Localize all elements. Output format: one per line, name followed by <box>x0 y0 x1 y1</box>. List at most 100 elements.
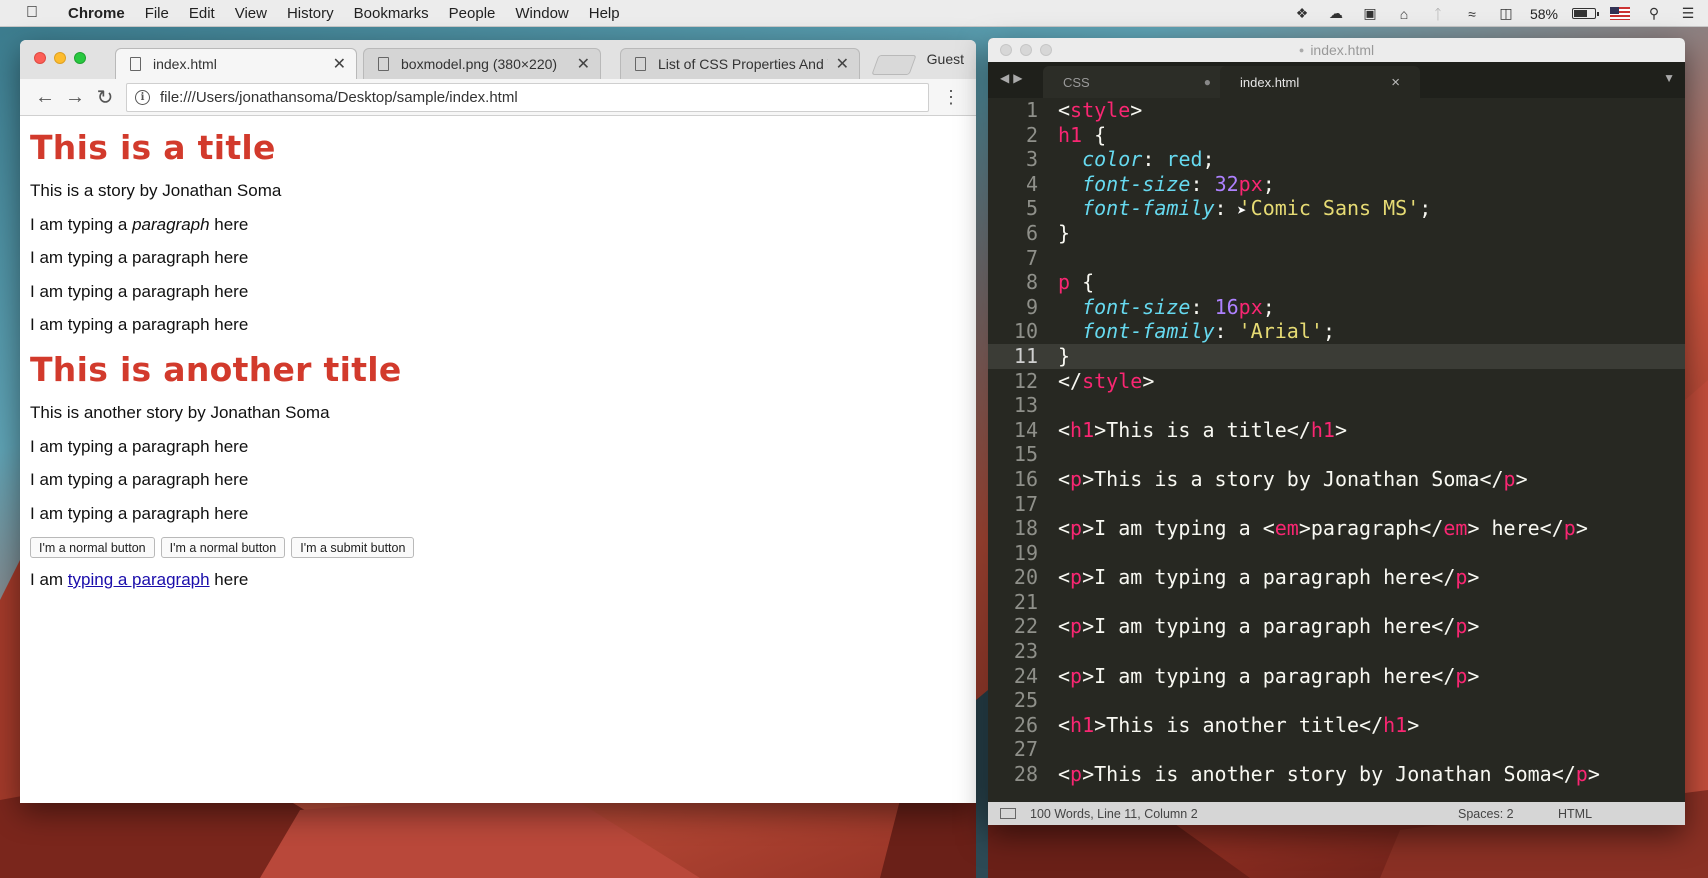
code-line[interactable]: 2 h1 { <box>988 123 1685 148</box>
minimize-window-button[interactable] <box>54 52 66 64</box>
address-bar[interactable]: i file:///Users/jonathansoma/Desktop/sam… <box>126 82 929 112</box>
code-line[interactable]: 22 <p>I am typing a paragraph here</p> <box>988 614 1685 639</box>
airplay-icon[interactable]: ◫ <box>1496 5 1516 22</box>
menu-help[interactable]: Help <box>579 5 630 22</box>
zoom-window-button[interactable] <box>1040 44 1052 56</box>
code-line[interactable]: 7 <box>988 246 1685 271</box>
normal-button[interactable]: I'm a normal button <box>160 537 286 558</box>
apple-icon[interactable]:  <box>14 4 50 22</box>
code-line[interactable]: 28 <p>This is another story by Jonathan S… <box>988 762 1685 787</box>
code-line[interactable]: 10 font-family: 'Arial'; <box>988 319 1685 344</box>
editor-tab-index-html[interactable]: index.html × <box>1220 66 1420 98</box>
url-text[interactable]: file:///Users/jonathansoma/Desktop/sampl… <box>160 89 518 106</box>
paragraph-link[interactable]: typing a paragraph <box>68 570 210 589</box>
close-window-button[interactable] <box>34 52 46 64</box>
modified-dot-icon[interactable]: ● <box>1204 75 1211 89</box>
editor-tab-css[interactable]: CSS ● <box>1043 66 1231 98</box>
code-line[interactable]: 17 <box>988 492 1685 517</box>
code-line[interactable]: 8p { <box>988 270 1685 295</box>
code-line[interactable]: 24 <p>I am typing a paragraph here</p> <box>988 664 1685 689</box>
code-line[interactable]: 3 color: red; <box>988 147 1685 172</box>
close-window-button[interactable] <box>1000 44 1012 56</box>
menu-people[interactable]: People <box>439 5 506 22</box>
syntax-setting[interactable]: HTML <box>1558 807 1592 821</box>
indentation-setting[interactable]: Spaces: 2 <box>1458 807 1514 821</box>
info-icon[interactable]: i <box>135 89 150 105</box>
close-icon[interactable]: ✕ <box>333 54 346 74</box>
home-icon[interactable]: ⌂ <box>1394 6 1414 22</box>
code-editor[interactable]: 1 <style> 2 h1 {3 color: red; 4 font-size: 3… <box>988 98 1685 790</box>
code-line[interactable]: 26 <h1>This is another title</h1> <box>988 713 1685 738</box>
tab-css-properties[interactable]: List of CSS Properties And V ✕ <box>620 48 860 79</box>
battery-icon[interactable] <box>1572 8 1599 19</box>
paragraph: This is a story by Jonathan Soma <box>30 181 282 200</box>
code-line[interactable]: 15 <box>988 442 1685 467</box>
new-tab-button[interactable] <box>871 55 917 75</box>
wifi-icon[interactable]: ≈ <box>1462 6 1482 22</box>
menu-kebab-icon[interactable]: ⋮ <box>942 87 960 108</box>
line-source: <p>This is a story by Jonathan Soma</p> <box>1038 467 1528 492</box>
code-token: < <box>1058 663 1071 688</box>
cloud-icon[interactable]: ☁ <box>1326 5 1346 22</box>
code-line[interactable]: 29 <box>988 787 1685 790</box>
close-icon[interactable]: × <box>1391 74 1400 91</box>
code-token: > <box>1515 466 1528 491</box>
code-token: > <box>1575 516 1588 541</box>
code-token: >This is another story by Jonathan Soma<… <box>1082 762 1576 787</box>
menu-bookmarks[interactable]: Bookmarks <box>344 5 439 22</box>
code-line[interactable]: 25 <box>988 688 1685 713</box>
editor-window-title: index.html <box>1310 42 1375 58</box>
code-line[interactable]: 11} <box>988 343 1685 369</box>
close-icon[interactable]: ✕ <box>836 54 849 74</box>
menu-file[interactable]: File <box>135 5 179 22</box>
code-line[interactable]: 21 <box>988 590 1685 615</box>
close-icon[interactable]: ✕ <box>577 54 590 74</box>
code-line[interactable]: 18 <p>I am typing a <em>paragraph</em> he… <box>988 516 1685 541</box>
menu-window[interactable]: Window <box>505 5 578 22</box>
paragraph: I am typing a paragraph here <box>30 315 249 334</box>
tab-nav-arrows-icon[interactable]: ◀▶ <box>1000 71 1026 85</box>
code-line[interactable]: 23 <box>988 639 1685 664</box>
code-token: : <box>1190 294 1215 319</box>
bluetooth-icon[interactable]: ᛏ <box>1428 6 1448 22</box>
code-line[interactable]: 27 <box>988 737 1685 762</box>
code-token: p <box>1503 466 1516 491</box>
code-token: ; <box>1202 147 1215 172</box>
code-line[interactable]: 13 <box>988 393 1685 418</box>
flag-icon[interactable] <box>1610 7 1630 20</box>
tab-boxmodel[interactable]: boxmodel.png (380×220) ✕ <box>363 48 601 79</box>
code-line[interactable]: 20 <p>I am typing a paragraph here</p> <box>988 565 1685 590</box>
paragraph: This is another story by Jonathan Soma <box>30 403 330 422</box>
code-line[interactable]: 1 <style> <box>988 98 1685 123</box>
menu-history[interactable]: History <box>277 5 344 22</box>
normal-button[interactable]: I'm a normal button <box>30 537 155 558</box>
code-token: >I am typing a paragraph here</ <box>1082 614 1456 639</box>
code-line[interactable]: 5 font-family: 'Comic Sans MS'; <box>988 196 1685 221</box>
search-icon[interactable]: ⚲ <box>1644 5 1664 22</box>
code-line[interactable]: 12 </style> <box>988 369 1685 394</box>
guest-profile[interactable]: Guest <box>927 51 964 67</box>
forward-arrow-icon[interactable]: → <box>60 86 90 109</box>
tab-dropdown-icon[interactable]: ▼ <box>1663 71 1675 85</box>
code-line[interactable]: 19 <box>988 541 1685 566</box>
menu-chrome[interactable]: Chrome <box>58 5 135 22</box>
reload-icon[interactable]: ↻ <box>90 85 120 110</box>
code-line[interactable]: 14 <h1>This is a title</h1> <box>988 418 1685 443</box>
back-arrow-icon[interactable]: ← <box>30 86 60 109</box>
code-line[interactable]: 4 font-size: 32px; <box>988 172 1685 197</box>
submit-button[interactable]: I'm a submit button <box>291 537 415 558</box>
zoom-window-button[interactable] <box>74 52 86 64</box>
video-icon[interactable]: ▣ <box>1360 5 1380 22</box>
code-line[interactable]: 16 <p>This is a story by Jonathan Soma</p… <box>988 467 1685 492</box>
dropbox-icon[interactable]: ❖ <box>1292 5 1312 22</box>
tab-index-html[interactable]: index.html ✕ <box>115 48 357 79</box>
menu-edit[interactable]: Edit <box>179 5 225 22</box>
menu-view[interactable]: View <box>225 5 277 22</box>
list-icon[interactable]: ☰ <box>1678 5 1698 22</box>
code-line[interactable]: 6} <box>988 221 1685 246</box>
minimize-window-button[interactable] <box>1020 44 1032 56</box>
battery-percent[interactable]: 58% <box>1530 6 1558 22</box>
panel-toggle-icon[interactable] <box>1000 808 1016 819</box>
code-line[interactable]: 9 font-size: 16px; <box>988 295 1685 320</box>
